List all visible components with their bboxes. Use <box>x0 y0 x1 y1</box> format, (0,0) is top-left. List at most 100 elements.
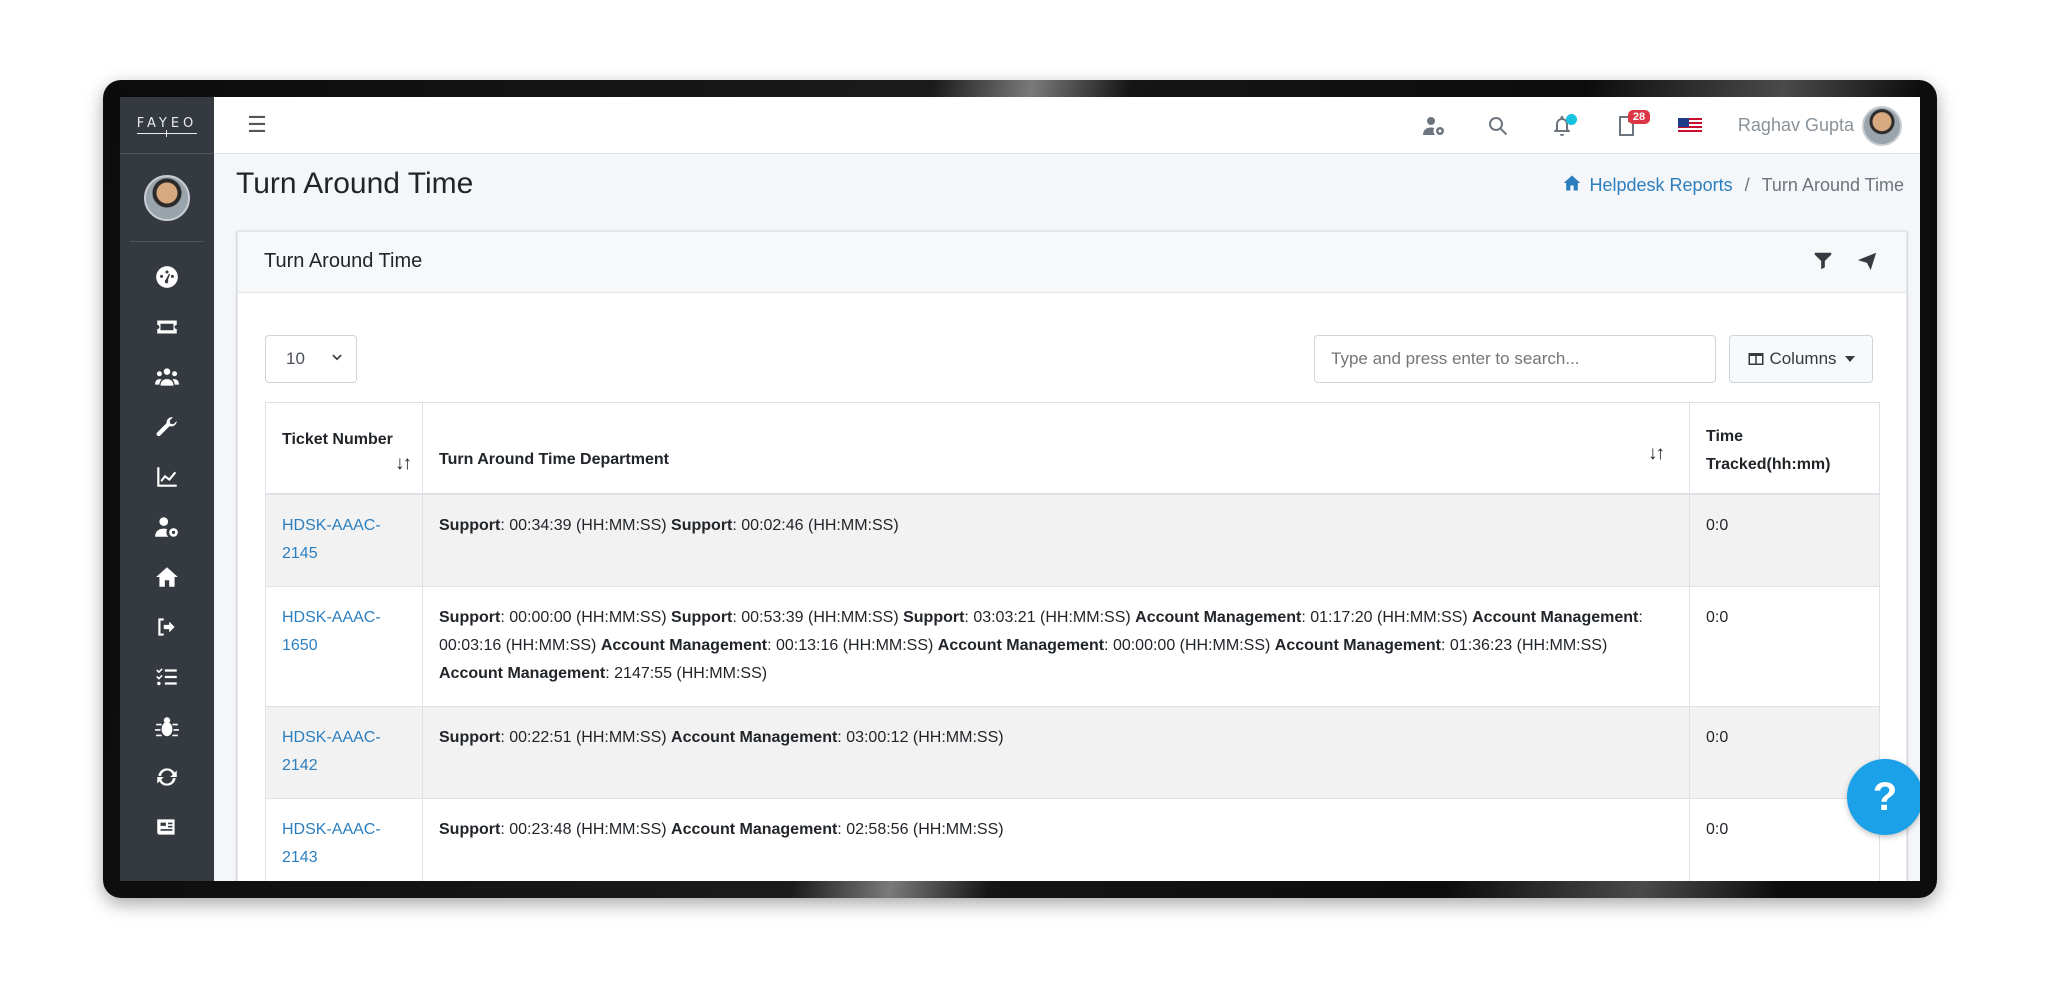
home-icon[interactable] <box>1562 173 1590 198</box>
sidebar: FAYEO <box>120 97 214 881</box>
ticket-id-part: 1650 <box>282 636 318 654</box>
sidebar-item-tasks[interactable] <box>120 652 214 702</box>
department-name: Support <box>439 608 501 626</box>
department-time: : 03:00:12 (HH:MM:SS) <box>837 728 1004 746</box>
report-card: Turn Around Time 10 Columns <box>237 231 1907 881</box>
notification-dot <box>1565 114 1577 125</box>
columns-button[interactable]: Columns <box>1729 335 1873 383</box>
column-header-department[interactable]: Turn Around Time Department ↓↑ <box>422 402 1690 495</box>
sidebar-user[interactable] <box>130 154 204 242</box>
top-navbar: ☰ 28 Raghav Gupta <box>214 97 1920 154</box>
table-row: HDSK-AAAC- 2142 Support: 00:22:51 (HH:MM:… <box>265 705 1880 799</box>
send-icon[interactable] <box>1856 250 1878 272</box>
breadcrumb-current: Turn Around Time <box>1761 175 1904 195</box>
dashboard-icon <box>156 266 178 288</box>
sidebar-item-sync[interactable] <box>120 752 214 802</box>
reports-button[interactable]: 28 <box>1594 97 1658 154</box>
card-header: Turn Around Time <box>238 232 1906 293</box>
page-title: Turn Around Time <box>236 167 474 200</box>
sidebar-item-tools[interactable] <box>120 402 214 452</box>
ticket-id-part: HDSK-AAAC- <box>282 608 381 626</box>
agent-settings-button[interactable] <box>1402 97 1466 154</box>
search-input[interactable] <box>1314 335 1716 383</box>
ticket-link[interactable]: HDSK-AAAC- 1650 <box>282 609 381 654</box>
table-row: HDSK-AAAC- 1650 Support: 00:00:00 (HH:MM:… <box>265 585 1880 707</box>
search-icon <box>1488 116 1508 135</box>
chevron-down-icon <box>332 354 342 361</box>
ticket-id-part: HDSK-AAAC- <box>282 728 381 746</box>
department-time: : 01:17:20 (HH:MM:SS) <box>1301 608 1473 626</box>
department-cell: Support: 00:34:39 (HH:MM:SS) Support: 00… <box>422 493 1690 587</box>
time-tracked-cell: 0:0 <box>1689 585 1880 707</box>
department-name: Account Management <box>439 664 606 682</box>
department-name: Support <box>439 728 501 746</box>
avatar[interactable] <box>144 174 190 221</box>
column-header-time-tracked[interactable]: Time Tracked(hh:mm) <box>1689 402 1880 495</box>
user-gear-icon <box>155 517 178 537</box>
breadcrumb-helpdesk-reports[interactable]: Helpdesk Reports <box>1590 175 1733 196</box>
ticket-link[interactable]: HDSK-AAAC- 2143 <box>282 821 381 866</box>
department-name: Support <box>439 820 501 838</box>
column-header-ticket-number[interactable]: Ticket Number ↓↑ <box>265 402 423 495</box>
brand[interactable]: FAYEO <box>120 97 214 154</box>
department-name: Support <box>671 608 733 626</box>
department-name: Account Management <box>671 820 838 838</box>
wrench-icon <box>156 417 177 437</box>
sidebar-item-agents[interactable] <box>120 502 214 552</box>
sidebar-item-signout[interactable] <box>120 602 214 652</box>
ticket-id-part: HDSK-AAAC- <box>282 820 381 838</box>
sidebar-item-tickets[interactable] <box>120 302 214 352</box>
language-button[interactable] <box>1658 97 1722 154</box>
department-time: : 00:02:46 (HH:MM:SS) <box>732 516 899 534</box>
sync-icon <box>157 768 177 786</box>
navbar-icons: 28 Raghav Gupta <box>1402 97 1920 154</box>
sidebar-item-reports[interactable] <box>120 452 214 502</box>
bug-icon <box>155 717 179 737</box>
search-button[interactable] <box>1466 97 1530 154</box>
ticket-cell: HDSK-AAAC- 2145 <box>265 493 423 587</box>
avatar[interactable] <box>1862 105 1902 146</box>
department-time: : 03:03:21 (HH:MM:SS) <box>964 608 1136 626</box>
column-header-label: Ticket Number <box>282 431 393 448</box>
card-title: Turn Around Time <box>264 250 423 272</box>
sidebar-item-dashboard[interactable] <box>120 252 214 302</box>
sort-icon[interactable]: ↓↑ <box>282 453 412 475</box>
breadcrumb-separator: / <box>1744 175 1750 195</box>
table-row: HDSK-AAAC- 2143 Support: 00:23:48 (HH:MM:… <box>265 797 1880 881</box>
help-button[interactable]: ? <box>1847 759 1920 835</box>
sidebar-item-home[interactable] <box>120 552 214 602</box>
sidebar-item-users[interactable] <box>120 352 214 402</box>
users-icon <box>155 368 179 386</box>
department-time: : 2147:55 (HH:MM:SS) <box>605 664 768 682</box>
newspaper-icon <box>157 819 175 835</box>
department-name: Support <box>903 608 965 626</box>
filter-icon[interactable] <box>1812 250 1834 272</box>
ticket-id-part: 2143 <box>282 848 318 866</box>
brand-logo: FAYEO <box>137 117 198 137</box>
notifications-button[interactable] <box>1530 97 1594 154</box>
ticket-link[interactable]: HDSK-AAAC- 2145 <box>282 517 381 562</box>
caret-down-icon <box>1844 356 1855 362</box>
sort-icon[interactable]: ↓↑ <box>1648 443 1665 465</box>
sidebar-item-bugs[interactable] <box>120 702 214 752</box>
chart-icon <box>157 467 177 487</box>
page-length-select[interactable]: 10 <box>265 335 357 383</box>
ticket-id-part: 2142 <box>282 756 318 774</box>
device-frame: FAYEO ☰ 28 Raghav Gupta Turn Around Time… <box>103 80 1937 898</box>
department-time: : 00:00:00 (HH:MM:SS) <box>500 608 672 626</box>
department-cell: Support: 00:00:00 (HH:MM:SS) Support: 00… <box>422 585 1690 707</box>
department-name: Support <box>671 516 733 534</box>
menu-toggle-icon[interactable]: ☰ <box>244 113 270 137</box>
department-name: Support <box>439 516 501 534</box>
user-gear-icon <box>1422 116 1444 135</box>
breadcrumb: Helpdesk Reports / Turn Around Time <box>1562 173 1904 198</box>
department-time: : 01:36:23 (HH:MM:SS) <box>1441 636 1608 654</box>
ticket-cell: HDSK-AAAC- 1650 <box>265 585 423 707</box>
department-time: : 00:23:48 (HH:MM:SS) <box>500 820 672 838</box>
ticket-link[interactable]: HDSK-AAAC- 2142 <box>282 729 381 774</box>
table-row: HDSK-AAAC- 2145 Support: 00:34:39 (HH:MM:… <box>265 493 1880 587</box>
sidebar-item-news[interactable] <box>120 802 214 852</box>
sign-out-icon <box>158 618 175 636</box>
user-name[interactable]: Raghav Gupta <box>1722 115 1862 136</box>
ticket-id-part: HDSK-AAAC- <box>282 516 381 534</box>
